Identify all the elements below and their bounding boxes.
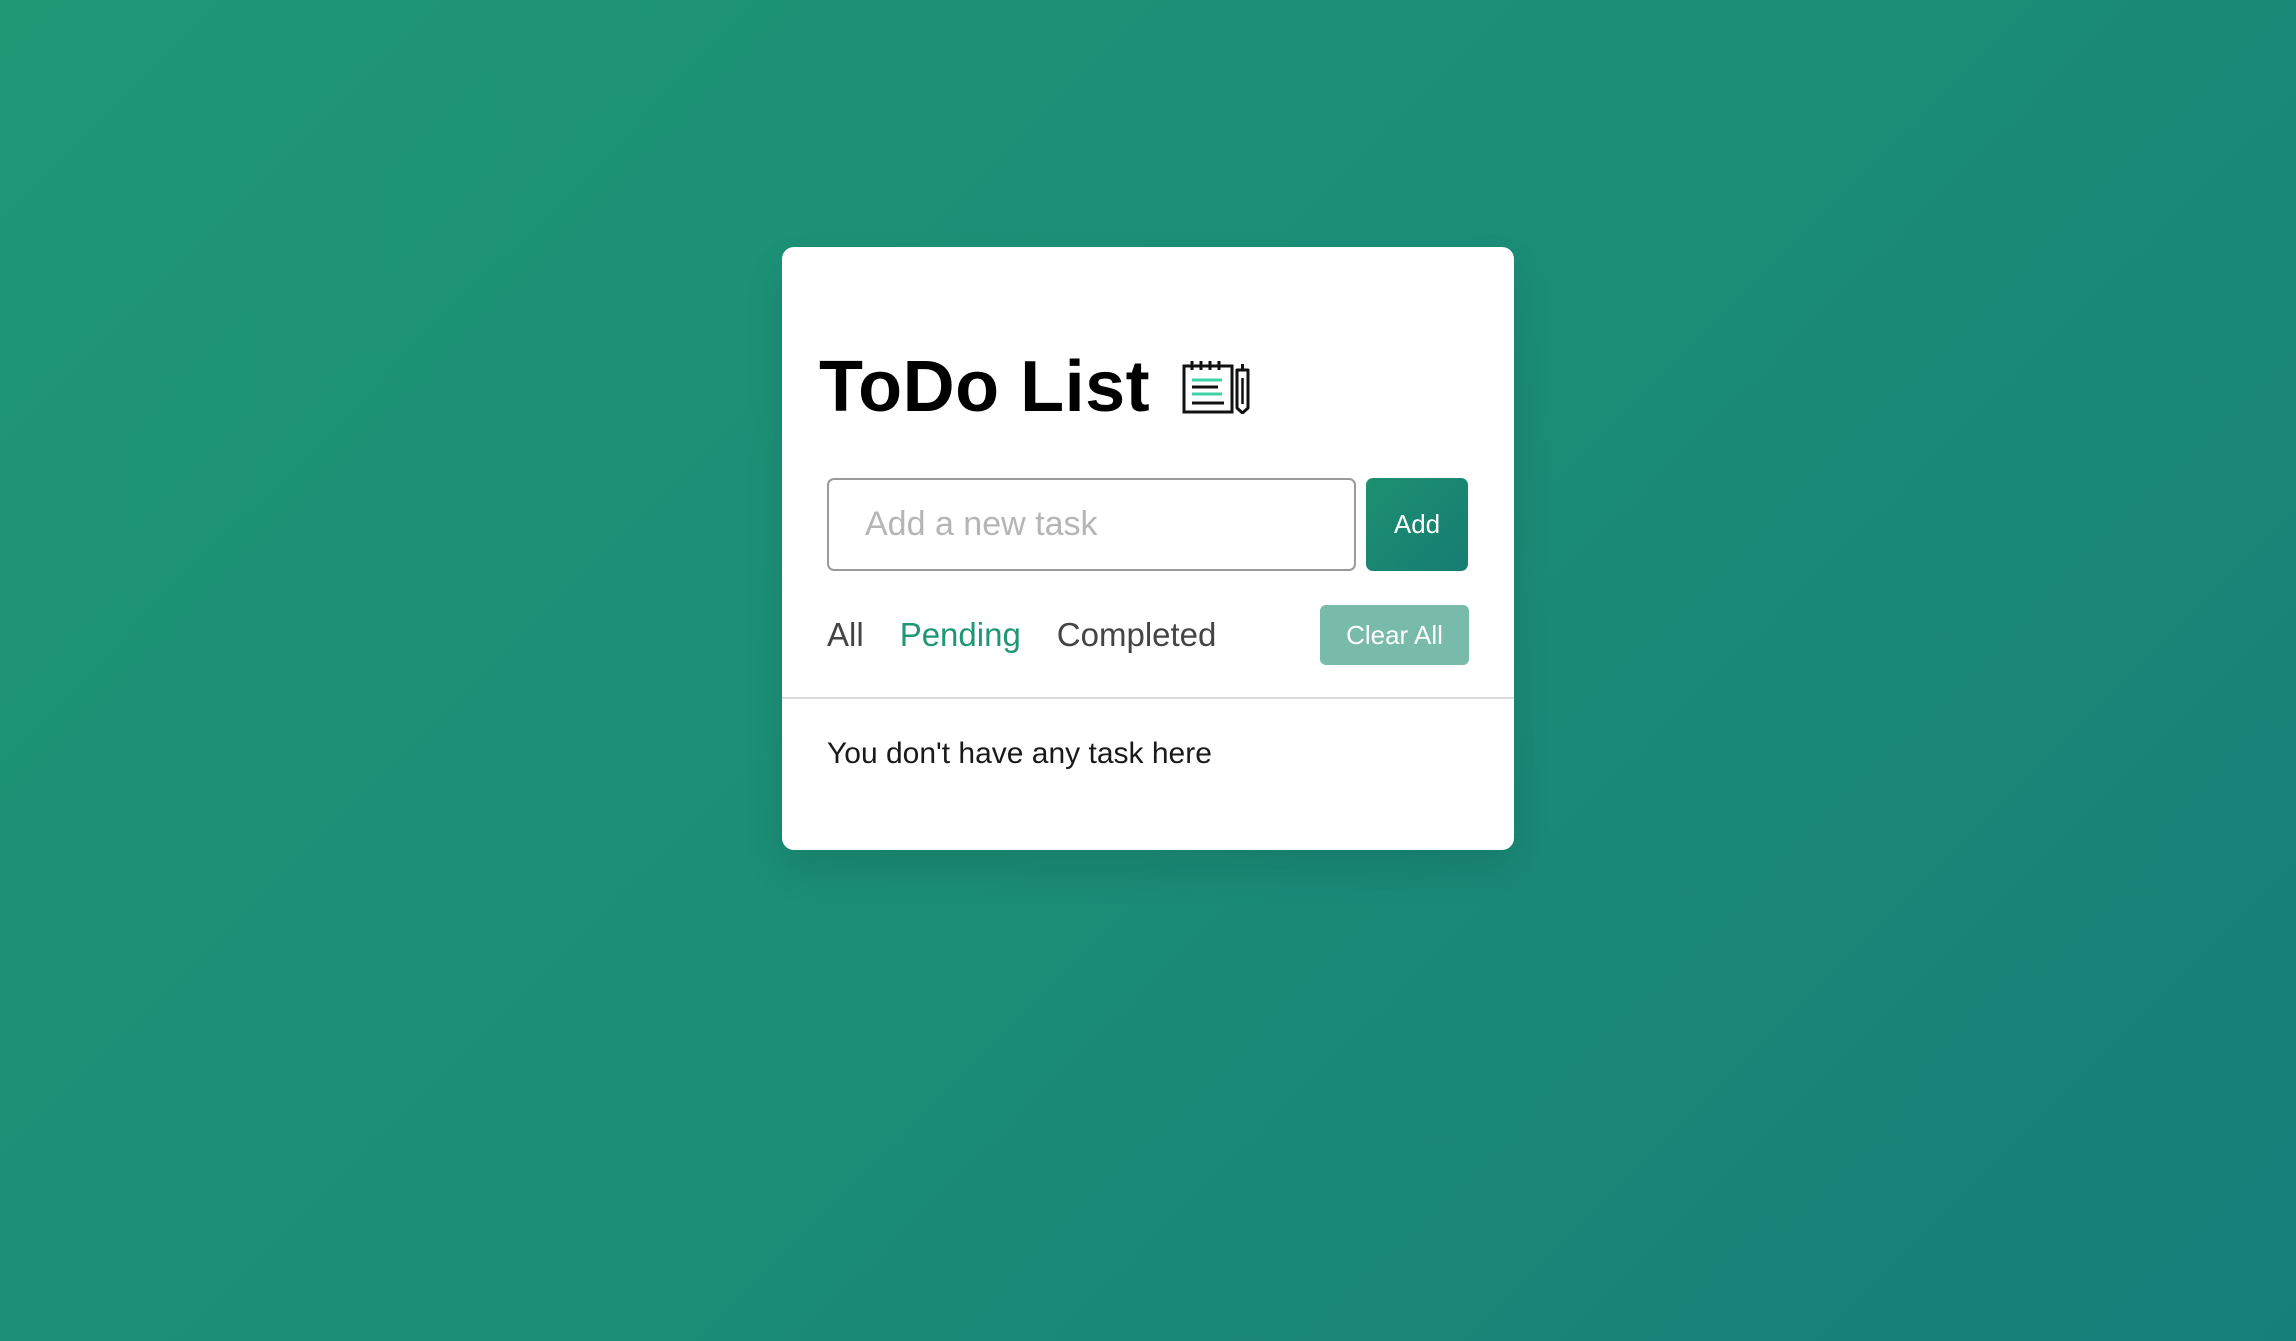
clear-all-button[interactable]: Clear All [1320,605,1469,665]
todo-card: ToDo List Add All Pending Completed C [782,247,1514,850]
filter-pending[interactable]: Pending [900,616,1021,654]
controls-row: All Pending Completed Clear All [827,605,1469,665]
filter-completed[interactable]: Completed [1057,616,1217,654]
header: ToDo List [819,347,1260,427]
add-task-row: Add [827,478,1469,571]
filter-tabs: All Pending Completed [827,605,1216,665]
divider [782,697,1514,699]
filter-all[interactable]: All [827,616,864,654]
task-input[interactable] [827,478,1356,571]
page-title: ToDo List [819,347,1151,427]
notepad-pencil-icon [1182,361,1250,414]
empty-task-message: You don't have any task here [827,737,1212,770]
add-button[interactable]: Add [1366,478,1468,571]
